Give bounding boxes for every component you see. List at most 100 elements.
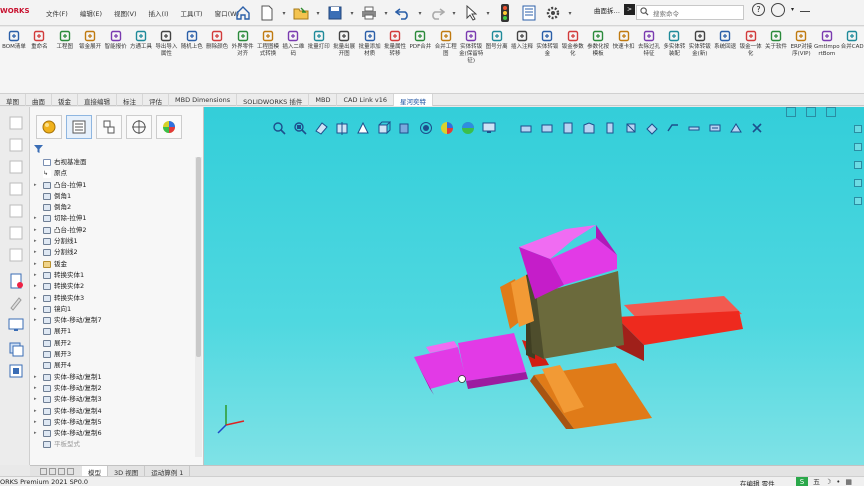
tab-7[interactable]: SOLIDWORKS 插件 <box>237 94 310 106</box>
tree-node[interactable]: ▸ 实体-移动/复制2 <box>34 383 194 394</box>
chevron-down-icon[interactable]: ▾ <box>382 3 390 23</box>
cmd-button-21[interactable]: 实体转钣金 <box>534 30 560 58</box>
expand-toggle-icon[interactable]: ▸ <box>34 270 40 281</box>
cmd-button-10[interactable]: 工程图模式转换 <box>255 30 281 58</box>
ime-logo-icon[interactable]: S <box>796 477 808 486</box>
expand-toggle-icon[interactable]: ▸ <box>34 281 40 292</box>
tree-node[interactable]: ▸ 转换实体2 <box>34 281 194 292</box>
tree-node[interactable]: ▸ 分割线2 <box>34 247 194 258</box>
tab-6[interactable]: MBD Dimensions <box>169 94 238 106</box>
chevron-down-icon[interactable]: ▾ <box>791 3 794 17</box>
cmd-button-29[interactable]: 钣金一体化 <box>738 30 764 58</box>
tree-node[interactable]: ▸ 转换实体1 <box>34 270 194 281</box>
tab-8[interactable]: MBD <box>309 94 338 106</box>
3d-model[interactable] <box>204 107 864 465</box>
monitor-icon[interactable] <box>8 317 24 333</box>
cmd-button-17[interactable]: 合并工程图 <box>433 30 459 58</box>
tree-node[interactable]: 右视基准面 <box>34 157 194 168</box>
property-manager-tab-icon[interactable] <box>66 115 92 139</box>
cmd-button-33[interactable]: 合并CAD <box>839 30 864 51</box>
tab-4[interactable]: 标注 <box>117 94 143 106</box>
expand-toggle-icon[interactable]: ▸ <box>34 315 40 326</box>
cmd-button-7[interactable]: 随机上色 <box>179 30 205 51</box>
tab-10[interactable]: 星河奕特 <box>394 94 434 106</box>
expand-toggle-icon[interactable]: ▸ <box>34 428 40 439</box>
expand-toggle-icon[interactable]: ▸ <box>34 225 40 236</box>
tree-node[interactable]: 平板型式 <box>34 439 194 450</box>
cmd-button-2[interactable]: 工程图 <box>52 30 78 51</box>
chevron-down-icon[interactable]: ▾ <box>484 3 492 23</box>
tab-9[interactable]: CAD Link v16 <box>337 94 395 106</box>
moon-icon[interactable]: ☽ <box>825 478 831 486</box>
last-tab-icon[interactable] <box>67 467 74 475</box>
cmd-button-23[interactable]: 参数化按模板 <box>585 30 611 58</box>
expand-toggle-icon[interactable]: ▸ <box>34 247 40 258</box>
ime-mode-text[interactable]: 五 <box>813 477 820 486</box>
filter-icon[interactable] <box>34 145 43 155</box>
display-manager-tab-icon[interactable] <box>156 115 182 139</box>
tree-node[interactable]: 倒角1 <box>34 191 194 202</box>
select-arrow-icon[interactable] <box>460 3 482 23</box>
cmd-button-22[interactable]: 钣金参数化 <box>560 30 586 58</box>
cmd-button-14[interactable]: 批量添加材质 <box>357 30 383 58</box>
menu-file[interactable]: 文件(F) <box>40 8 74 18</box>
expand-toggle-icon[interactable]: ▸ <box>34 293 40 304</box>
tree-node[interactable]: ▸ 切除-拉伸1 <box>34 213 194 224</box>
expand-toggle-icon[interactable]: ▸ <box>34 372 40 383</box>
search-input[interactable]: 搜索命令 <box>636 5 744 20</box>
tree-node[interactable]: ↳ 原点 <box>34 168 194 179</box>
expand-toggle-icon[interactable]: ▸ <box>34 394 40 405</box>
tree-node[interactable]: ▸ 转换实体3 <box>34 293 194 304</box>
tab-model[interactable]: 模型 <box>82 466 108 477</box>
document-icon[interactable] <box>8 273 24 289</box>
traffic-light-icon[interactable] <box>494 3 516 23</box>
cmd-button-0[interactable]: BOM清单 <box>1 30 27 51</box>
cmd-button-28[interactable]: 系统回退 <box>712 30 738 51</box>
cmd-button-6[interactable]: 导出导入属性 <box>153 30 179 58</box>
graphics-viewport[interactable] <box>204 107 864 465</box>
view-palette-icon[interactable] <box>8 363 24 379</box>
cmd-button-32[interactable]: GmtImportBom <box>814 30 840 58</box>
tree-node[interactable]: 展开1 <box>34 326 194 337</box>
pen-icon[interactable] <box>8 295 24 311</box>
cmd-button-27[interactable]: 实体转钣金(新) <box>687 30 713 58</box>
cmd-button-13[interactable]: 批量出展开图 <box>331 30 357 58</box>
expand-toggle-icon[interactable]: ▸ <box>34 180 40 191</box>
configuration-manager-tab-icon[interactable] <box>96 115 122 139</box>
chevron-down-icon[interactable]: ▾ <box>416 3 424 23</box>
user-icon[interactable] <box>771 3 785 17</box>
expand-toggle-icon[interactable]: ▸ <box>34 406 40 417</box>
chevron-down-icon[interactable]: ▾ <box>348 3 356 23</box>
file-properties-icon[interactable] <box>518 3 540 23</box>
cmd-button-30[interactable]: 关于软件 <box>763 30 789 51</box>
feature-tree-scrollbar[interactable] <box>195 157 202 457</box>
tree-node[interactable]: 展开3 <box>34 349 194 360</box>
tree-node[interactable]: ▸ 钣金 <box>34 259 194 270</box>
cmd-button-12[interactable]: 批量打印 <box>306 30 332 51</box>
part-icon[interactable] <box>8 159 24 175</box>
tab-1[interactable]: 曲面 <box>26 94 52 106</box>
cmd-button-16[interactable]: PDF合并 <box>407 30 433 51</box>
keyboard-icon[interactable]: ▦ <box>845 478 852 486</box>
cmd-button-4[interactable]: 智能报价 <box>103 30 129 51</box>
expand-toggle-icon[interactable]: ▸ <box>34 383 40 394</box>
tab-3[interactable]: 直接编辑 <box>78 94 117 106</box>
open-folder-icon[interactable] <box>290 3 312 23</box>
menu-tools[interactable]: 工具(T) <box>175 8 209 18</box>
cmd-button-1[interactable]: 重命名 <box>26 30 52 51</box>
expand-toggle-icon[interactable]: ▸ <box>34 417 40 428</box>
expand-toggle-icon[interactable]: ▸ <box>34 236 40 247</box>
menu-view[interactable]: 视图(V) <box>108 8 143 18</box>
home-icon[interactable] <box>232 3 254 23</box>
save-icon[interactable] <box>324 3 346 23</box>
part-icon[interactable] <box>8 225 24 241</box>
tree-node[interactable]: ▸ 凸台-拉伸1 <box>34 180 194 191</box>
expand-toggle-icon[interactable]: ▸ <box>34 213 40 224</box>
minimize-icon[interactable] <box>800 11 811 12</box>
tab-motion-study[interactable]: 运动算例 1 <box>145 466 191 477</box>
scrollbar-thumb[interactable] <box>196 157 201 357</box>
cmd-button-31[interactable]: ERP对接序(VIP) <box>788 30 814 58</box>
first-tab-icon[interactable] <box>40 467 47 475</box>
redo-icon[interactable] <box>426 3 448 23</box>
cmd-button-18[interactable]: 实体转钣金(保留特征) <box>458 30 484 65</box>
